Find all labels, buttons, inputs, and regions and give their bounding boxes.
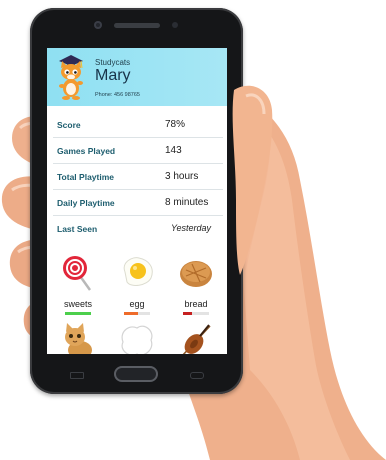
- thumb-image: [232, 85, 273, 275]
